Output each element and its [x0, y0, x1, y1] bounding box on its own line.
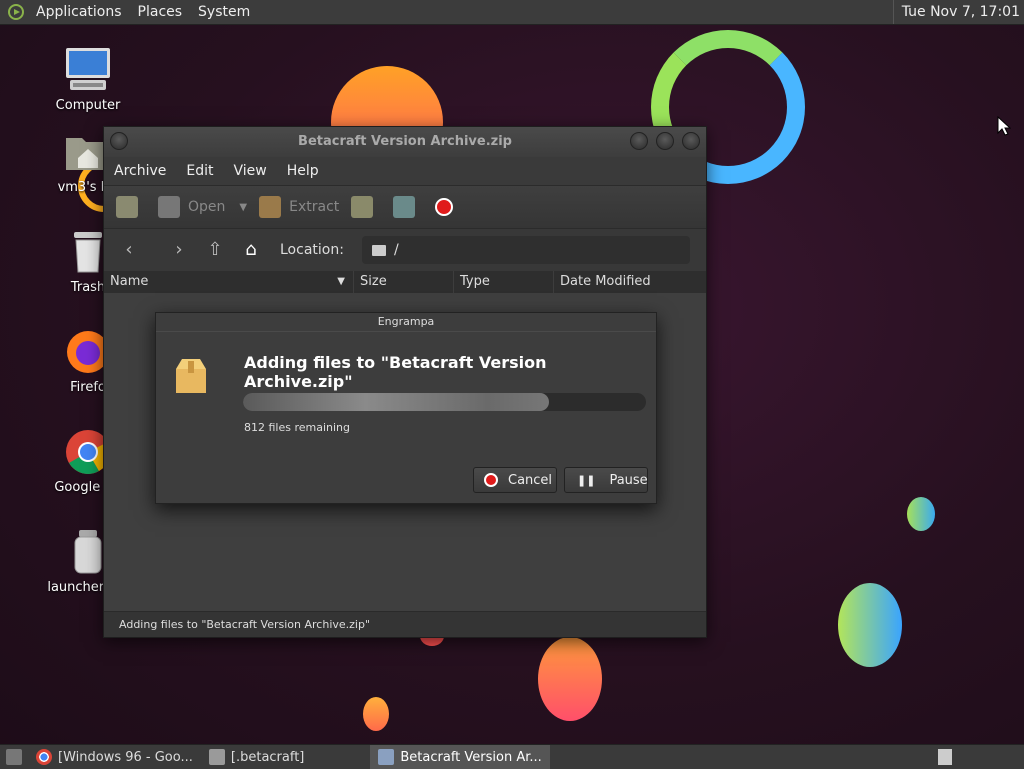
column-type[interactable]: Type [454, 271, 554, 293]
wallpaper-blob [907, 497, 935, 531]
column-name[interactable]: Name ▼ [104, 271, 354, 293]
add-folder-icon [393, 196, 416, 218]
top-panel: Applications Places System Tue Nov 7, 17… [0, 0, 1024, 25]
show-desktop-button[interactable] [0, 745, 28, 769]
mouse-cursor-icon [997, 115, 1012, 140]
wallpaper-blob [538, 637, 602, 721]
window-title: Betacraft Version Archive.zip [298, 134, 512, 149]
location-field[interactable]: / [361, 236, 690, 264]
progress-bar [243, 393, 646, 411]
maximize-button[interactable] [656, 132, 674, 150]
new-archive-button[interactable] [116, 196, 146, 218]
location-label: Location: [280, 242, 344, 258]
dialog-title[interactable]: Engrampa [156, 313, 656, 332]
dialog-heading: Adding files to "Betacraft Version Archi… [244, 353, 547, 391]
wallpaper-blob [363, 697, 389, 731]
status-bar: Adding files to "Betacraft Version Archi… [104, 611, 706, 637]
stop-icon [435, 198, 454, 216]
open-button[interactable]: Open ▼ [158, 196, 247, 218]
pause-button[interactable]: ❚❚ Pause [564, 467, 648, 493]
archive-icon [378, 749, 395, 765]
location-value: / [393, 242, 399, 258]
close-button[interactable] [682, 132, 700, 150]
taskbar: [Windows 96 - Goo... [.betacraft] Betacr… [0, 744, 1024, 769]
sort-arrow-icon: ▼ [337, 276, 345, 287]
window-menu-button[interactable] [110, 132, 128, 150]
extract-label: Extract [289, 199, 340, 215]
folder-icon [371, 244, 386, 256]
up-icon[interactable]: ⇧ [204, 239, 226, 261]
desktop-icon-computer[interactable]: Computer [38, 46, 138, 113]
wallpaper-blob [838, 583, 902, 667]
minimize-button[interactable] [630, 132, 648, 150]
column-date-modified[interactable]: Date Modified [554, 271, 706, 293]
back-icon[interactable]: ‹ [118, 239, 140, 261]
pause-icon: ❚❚ [577, 473, 596, 487]
add-files-icon [351, 196, 374, 218]
extract-icon [259, 196, 282, 218]
chrome-icon [36, 749, 52, 765]
desktop-icon-label: Computer [55, 98, 121, 113]
column-headers: Name ▼ Size Type Date Modified [104, 271, 706, 294]
workspace-switcher-icon[interactable] [938, 749, 952, 765]
menu-archive[interactable]: Archive [104, 163, 176, 179]
window-titlebar[interactable]: Betacraft Version Archive.zip [104, 127, 706, 157]
menubar: Archive Edit View Help [104, 157, 706, 185]
cancel-button[interactable]: Cancel [473, 467, 557, 493]
system-menu[interactable]: System [190, 4, 258, 20]
taskbar-item-archive[interactable]: Betacraft Version Ar... [370, 745, 550, 769]
forward-icon[interactable]: › [168, 239, 190, 261]
package-icon [174, 357, 208, 399]
chevron-down-icon[interactable]: ▼ [239, 202, 247, 213]
applications-menu[interactable]: Applications [28, 4, 130, 20]
mate-logo-icon[interactable] [8, 4, 24, 20]
progress-dialog: Engrampa Adding files to "Betacraft Vers… [155, 312, 657, 504]
toolbar: Open ▼ Extract [104, 185, 706, 229]
stop-button[interactable] [435, 198, 461, 216]
menu-view[interactable]: View [224, 163, 277, 179]
open-icon [158, 196, 180, 218]
open-label: Open [188, 199, 226, 215]
location-bar: ‹ › ⇧ ⌂ Location: / [104, 229, 706, 271]
add-folder-button[interactable] [393, 196, 423, 218]
computer-icon [64, 46, 112, 94]
menu-edit[interactable]: Edit [176, 163, 223, 179]
taskbar-item-chrome[interactable]: [Windows 96 - Goo... [28, 745, 201, 769]
taskbar-item-betacraft-folder[interactable]: [.betacraft] [201, 745, 313, 769]
extract-button[interactable]: Extract [259, 196, 339, 218]
column-size[interactable]: Size [354, 271, 454, 293]
folder-icon [208, 749, 225, 765]
files-remaining: 812 files remaining [244, 421, 351, 434]
places-menu[interactable]: Places [130, 4, 191, 20]
show-desktop-icon [6, 749, 22, 765]
add-files-button[interactable] [351, 196, 381, 218]
new-archive-icon [116, 196, 138, 218]
menu-help[interactable]: Help [277, 163, 329, 179]
home-icon[interactable]: ⌂ [240, 239, 262, 261]
clock[interactable]: Tue Nov 7, 17:01 [892, 0, 1020, 24]
progress-fill [243, 393, 550, 411]
stop-icon [484, 473, 498, 487]
